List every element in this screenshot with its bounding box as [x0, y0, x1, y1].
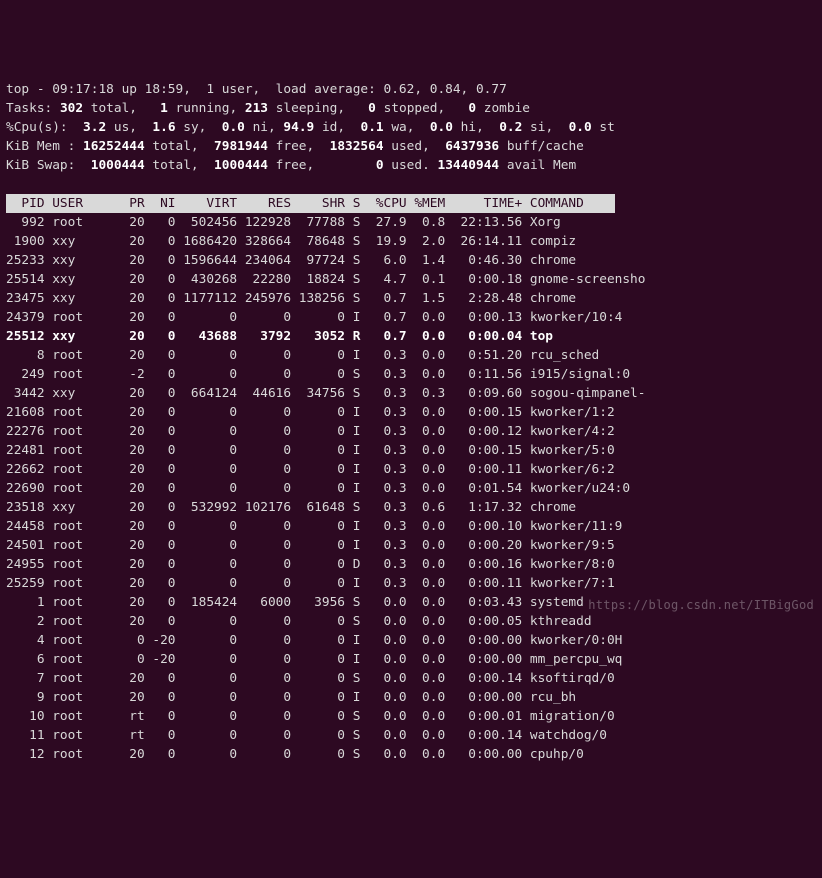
watermark-text: https://blog.csdn.net/ITBigGod — [588, 596, 814, 615]
terminal-output[interactable]: top - 09:17:18 up 18:59, 1 user, load av… — [6, 80, 816, 764]
